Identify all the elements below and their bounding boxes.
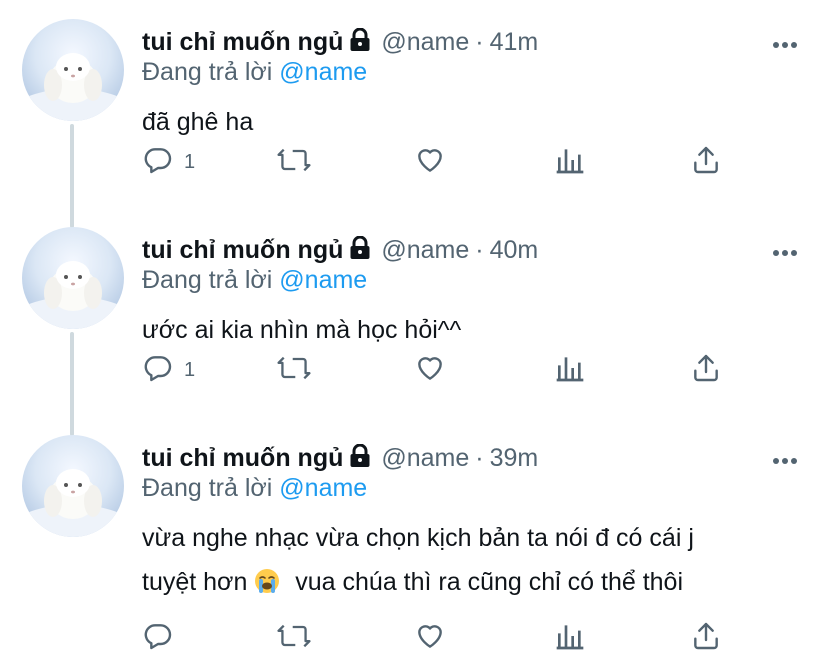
display-name[interactable]: tui chỉ muốn ngủ	[142, 28, 343, 57]
replying-to-handle[interactable]: @name	[279, 266, 367, 294]
user-handle[interactable]: @name	[381, 28, 469, 57]
reply-button[interactable]: 1	[142, 350, 195, 390]
share-button[interactable]	[690, 618, 722, 658]
lock-icon	[349, 27, 371, 57]
tweet-text-segment: vua chúa thì ra cũng chỉ có thể thôi	[295, 568, 684, 596]
replying-to-prefix: Đang trả lời	[142, 266, 273, 294]
reply-icon	[142, 352, 174, 389]
share-button[interactable]	[690, 350, 722, 390]
separator-dot: ·	[475, 443, 484, 472]
user-handle[interactable]: @name	[381, 236, 469, 265]
lock-icon	[349, 443, 371, 473]
tweet[interactable]: tui chỉ muốn ngủ @name · 39m Đang trả lờ…	[0, 416, 828, 669]
timestamp[interactable]: 41m	[490, 28, 539, 57]
more-icon[interactable]	[772, 36, 798, 54]
avatar[interactable]	[22, 19, 124, 121]
timestamp[interactable]: 39m	[490, 444, 539, 473]
avatar[interactable]	[22, 435, 124, 537]
heart-icon	[414, 144, 446, 181]
like-button[interactable]	[414, 142, 446, 182]
more-icon[interactable]	[772, 452, 798, 470]
share-icon	[690, 620, 722, 657]
analytics-icon	[554, 144, 586, 181]
tweet-text-line: vừa nghe nhạc vừa chọn kịch bản ta nói đ…	[142, 524, 694, 552]
reply-count: 1	[184, 150, 196, 173]
tweet-header: tui chỉ muốn ngủ @name · 41m	[142, 25, 538, 59]
replying-to: Đang trả lời @name	[142, 266, 367, 295]
analytics-icon	[554, 352, 586, 389]
display-name[interactable]: tui chỉ muốn ngủ	[142, 236, 343, 265]
separator-dot: ·	[475, 27, 484, 56]
replying-to-handle[interactable]: @name	[279, 58, 367, 86]
tweet-text-segment: tuyệt hơn	[142, 568, 248, 596]
replying-to: Đang trả lời @name	[142, 58, 367, 87]
tweet-actions: 1	[142, 350, 742, 394]
display-name[interactable]: tui chỉ muốn ngủ	[142, 444, 343, 473]
share-icon	[690, 144, 722, 181]
heart-icon	[414, 620, 446, 657]
retweet-icon	[276, 144, 312, 181]
views-button[interactable]	[554, 618, 586, 658]
reply-icon	[142, 144, 174, 181]
replying-to: Đang trả lời @name	[142, 474, 367, 503]
tweet[interactable]: tui chỉ muốn ngủ @name · 40m Đang trả lờ…	[0, 208, 828, 416]
like-button[interactable]	[414, 618, 446, 658]
tweet-text: ước ai kia nhìn mà học hỏi^^	[142, 308, 802, 352]
tweet-text-line-2: tuyệt hơn vua chúa thì ra cũng chỉ có th…	[142, 560, 802, 604]
tweet-header: tui chỉ muốn ngủ @name · 39m	[142, 441, 538, 475]
replying-to-handle[interactable]: @name	[279, 474, 367, 502]
reply-count: 1	[184, 358, 196, 381]
tweet-header: tui chỉ muốn ngủ @name · 40m	[142, 233, 538, 267]
like-button[interactable]	[414, 350, 446, 390]
views-button[interactable]	[554, 142, 586, 182]
tweet-text-line: ước ai kia nhìn mà học hỏi^^	[142, 316, 462, 344]
tweet-actions	[142, 618, 742, 662]
reply-button[interactable]: 1	[142, 142, 195, 182]
more-icon[interactable]	[772, 244, 798, 262]
reply-button[interactable]	[142, 618, 184, 658]
tweet-text: vừa nghe nhạc vừa chọn kịch bản ta nói đ…	[142, 516, 802, 604]
user-handle[interactable]: @name	[381, 444, 469, 473]
replying-to-prefix: Đang trả lời	[142, 58, 273, 86]
replying-to-prefix: Đang trả lời	[142, 474, 273, 502]
tweet-text: đã ghê ha	[142, 100, 802, 144]
reply-icon	[142, 620, 174, 657]
tweet-actions: 1	[142, 142, 742, 186]
retweet-button[interactable]	[276, 142, 312, 182]
avatar[interactable]	[22, 227, 124, 329]
separator-dot: ·	[475, 235, 484, 264]
retweet-icon	[276, 620, 312, 657]
views-button[interactable]	[554, 350, 586, 390]
heart-icon	[414, 352, 446, 389]
timestamp[interactable]: 40m	[490, 236, 539, 265]
share-icon	[690, 352, 722, 389]
tweet[interactable]: tui chỉ muốn ngủ @name · 41m Đang trả lờ…	[0, 0, 828, 208]
retweet-icon	[276, 352, 312, 389]
analytics-icon	[554, 620, 586, 657]
lock-icon	[349, 235, 371, 265]
loudly-crying-face-emoji	[254, 564, 280, 593]
retweet-button[interactable]	[276, 350, 312, 390]
share-button[interactable]	[690, 142, 722, 182]
tweet-text-line: đã ghê ha	[142, 108, 254, 136]
retweet-button[interactable]	[276, 618, 312, 658]
